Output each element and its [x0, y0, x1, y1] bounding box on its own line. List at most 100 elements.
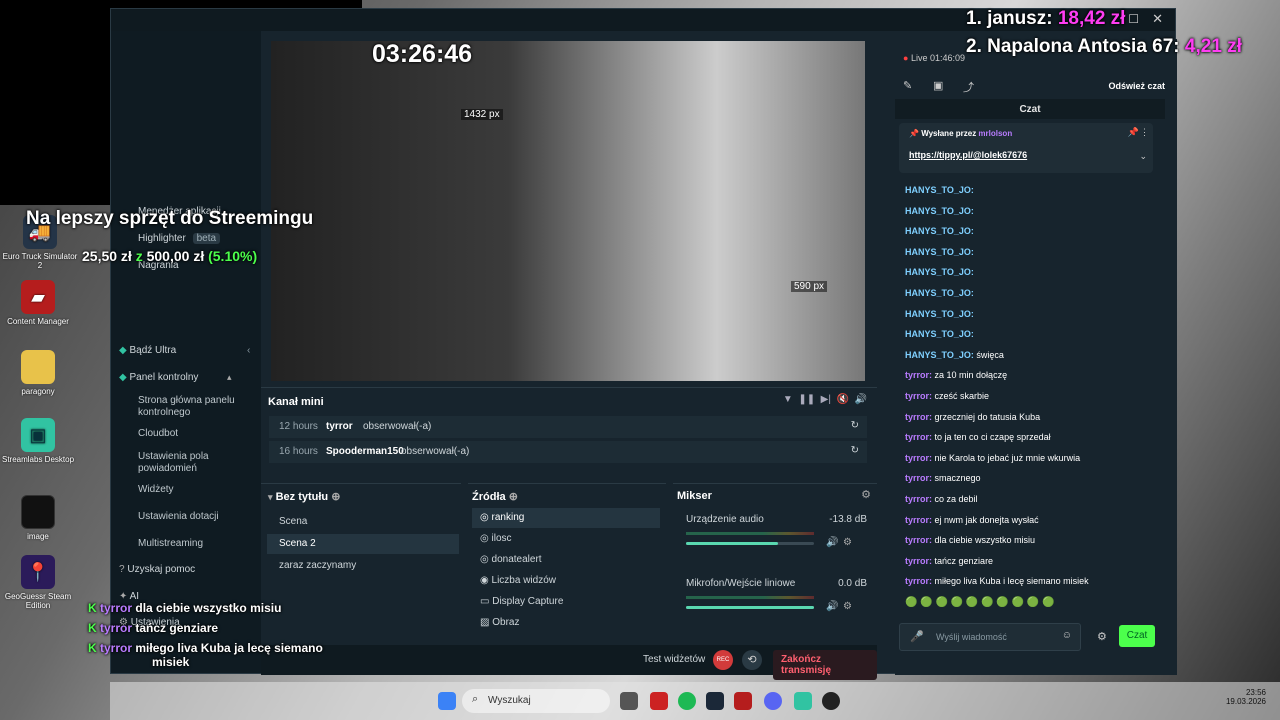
chat-message-user[interactable]: tyrror:: [905, 515, 932, 525]
desktop-icon-paragony[interactable]: paragony: [0, 350, 76, 396]
volume-icon[interactable]: 🔊: [855, 394, 867, 405]
channel-gear-icon[interactable]: ⚙: [843, 537, 852, 548]
sidebar-sub-multistreaming[interactable]: Multistreaming: [138, 538, 248, 550]
chat-message-user[interactable]: HANYS_TO_JO:: [905, 206, 974, 216]
rec-button[interactable]: REC: [713, 650, 733, 670]
content-manager-taskbar-icon[interactable]: [734, 692, 752, 710]
scene-item[interactable]: zaraz zaczynamy: [267, 556, 459, 576]
chat-message: HANYS_TO_JO: święca: [905, 350, 1004, 360]
replay-icon[interactable]: ↻: [851, 420, 859, 431]
desktop-icon-image[interactable]: image: [0, 495, 76, 541]
streamlabs-taskbar-icon[interactable]: [794, 692, 812, 710]
share-icon[interactable]: ⤴: [963, 79, 974, 95]
speaker-icon[interactable]: 🔊: [826, 601, 838, 612]
desktop-icon-streamlabs[interactable]: ▣ Streamlabs Desktop: [0, 418, 76, 464]
volume-slider[interactable]: [686, 542, 814, 545]
scene-item[interactable]: Scena: [267, 512, 459, 532]
volume-slider[interactable]: [686, 606, 814, 609]
desktop-icon-geoguessr[interactable]: 📍 GeoGuessr Steam Edition: [0, 555, 76, 610]
replay-buffer-icon[interactable]: ⟲: [742, 650, 762, 670]
taskbar-clock[interactable]: 23:56 19.03.2026: [1226, 688, 1266, 706]
mixer-settings-icon[interactable]: ⚙: [861, 488, 871, 501]
chat-message-user[interactable]: tyrror:: [905, 412, 932, 422]
studio-icon[interactable]: ▣: [933, 79, 943, 92]
chevron-down-icon[interactable]: ⌄: [1139, 151, 1147, 162]
more-icon[interactable]: ⋮: [1140, 127, 1149, 138]
chat-message-user[interactable]: HANYS_TO_JO:: [905, 267, 974, 277]
windows-start-icon[interactable]: [438, 692, 456, 710]
sidebar-sub-dashboard-home[interactable]: Strona główna panelu kontrolnego: [138, 395, 248, 419]
add-scene-icon[interactable]: ⊕: [331, 491, 340, 503]
refresh-chat-button[interactable]: Odśwież czat: [1108, 81, 1165, 91]
edit-icon[interactable]: ✎: [903, 79, 912, 92]
desktop-icon-content-manager[interactable]: ▰ Content Manager: [0, 280, 76, 326]
file-explorer-icon[interactable]: [620, 692, 638, 710]
chat-message-user[interactable]: HANYS_TO_JO:: [905, 309, 974, 319]
chat-message-user[interactable]: HANYS_TO_JO:: [905, 329, 974, 339]
chat-message-user[interactable]: tyrror:: [905, 576, 932, 586]
source-item[interactable]: ▭ Display Capture: [472, 592, 660, 612]
source-item[interactable]: ◎ donatealert: [472, 550, 660, 570]
chat-input-field[interactable]: 🎤 Wyślij wiadomość ☺: [899, 623, 1081, 651]
add-source-icon[interactable]: ⊕: [509, 491, 518, 503]
chat-message-text: co za debil: [934, 494, 978, 504]
chat-message-user[interactable]: tyrror:: [905, 535, 932, 545]
chat-message-user[interactable]: HANYS_TO_JO:: [905, 226, 974, 236]
chevron-up-icon[interactable]: ▴: [227, 372, 232, 383]
sidebar-sub-cloudbot[interactable]: Cloudbot: [138, 428, 248, 440]
chat-message-text: grzeczniej do tatusia Kuba: [934, 411, 1041, 422]
source-item[interactable]: ◉ Liczba widzów: [472, 571, 660, 591]
chat-message-user[interactable]: tyrror:: [905, 556, 932, 566]
chat-message-user[interactable]: HANYS_TO_JO:: [905, 350, 974, 360]
microphone-icon[interactable]: 🎤: [910, 630, 924, 643]
filter-icon[interactable]: ▼: [783, 394, 793, 405]
chat-message-user[interactable]: HANYS_TO_JO:: [905, 288, 974, 298]
collapse-sidebar-icon[interactable]: ‹: [247, 345, 250, 356]
chat-settings-icon[interactable]: ⚙: [1097, 630, 1107, 643]
speaker-icon[interactable]: 🔊: [826, 537, 838, 548]
chat-message-text: miłego liva Kuba i lecę siemano misiek: [934, 576, 1089, 587]
chat-message-user[interactable]: HANYS_TO_JO:: [905, 185, 974, 195]
chat-message-user[interactable]: tyrror:: [905, 473, 932, 483]
discord-icon[interactable]: [764, 692, 782, 710]
sidebar-sub-donations[interactable]: Ustawienia dotacji: [138, 511, 248, 523]
stream-preview[interactable]: 1432 px 590 px: [271, 41, 865, 381]
pinned-message[interactable]: 📌 Wysłane przez mrlolson https://tippy.p…: [899, 123, 1153, 173]
pinned-link[interactable]: https://tippy.pl/@lolek67676: [909, 150, 1027, 160]
source-item-selected[interactable]: ◎ ranking: [472, 508, 660, 528]
app-icon[interactable]: [822, 692, 840, 710]
taskbar-search[interactable]: ⌕ Wyszukaj: [462, 689, 610, 713]
unpin-icon[interactable]: 📌: [1128, 127, 1139, 138]
chat-message-user[interactable]: HANYS_TO_JO:: [905, 247, 974, 257]
steam-icon[interactable]: [706, 692, 724, 710]
source-item[interactable]: ◎ ilosc: [472, 529, 660, 549]
chat-message-user[interactable]: tyrror:: [905, 391, 932, 401]
chat-message-user[interactable]: tyrror:: [905, 453, 932, 463]
sidebar-item-ultra[interactable]: ◆ Bądź Ultra: [119, 345, 176, 356]
sidebar-item-help[interactable]: ? Uzyskaj pomoc: [119, 564, 195, 575]
spotify-icon[interactable]: [678, 692, 696, 710]
test-widgets-button[interactable]: Test widżetów: [643, 654, 705, 665]
maximize-icon[interactable]: ☐: [1128, 12, 1139, 26]
sidebar-item-panel[interactable]: ◆ Panel kontrolny: [119, 372, 198, 383]
end-stream-button[interactable]: Zakończ transmisję: [773, 650, 877, 680]
replay-icon[interactable]: ↻: [851, 445, 859, 456]
sidebar-item-highlighter[interactable]: Highlighter beta: [138, 233, 221, 244]
pause-icon[interactable]: ❚❚: [798, 394, 815, 405]
pin-icon: 📌: [909, 129, 919, 138]
emoji-icon[interactable]: ☺: [1062, 630, 1072, 641]
chat-message-user[interactable]: tyrror:: [905, 432, 932, 442]
close-icon[interactable]: ✕: [1152, 11, 1163, 27]
sidebar-sub-widgets[interactable]: Widżety: [138, 484, 248, 496]
source-item[interactable]: ▨ Obraz: [472, 613, 660, 633]
send-chat-button[interactable]: Czat: [1119, 625, 1155, 647]
mute-icon[interactable]: 🔇: [837, 394, 849, 405]
scene-item-selected[interactable]: Scena 2: [267, 534, 459, 554]
opera-icon[interactable]: [650, 692, 668, 710]
channel-gear-icon[interactable]: ⚙: [843, 601, 852, 612]
sidebar-sub-alertbox[interactable]: Ustawienia pola powiadomień: [138, 451, 248, 475]
collapse-icon[interactable]: ▾: [268, 492, 273, 502]
chat-message-user[interactable]: tyrror:: [905, 494, 932, 504]
skip-icon[interactable]: ▶|: [821, 394, 831, 405]
chat-message-user[interactable]: tyrror:: [905, 370, 932, 380]
